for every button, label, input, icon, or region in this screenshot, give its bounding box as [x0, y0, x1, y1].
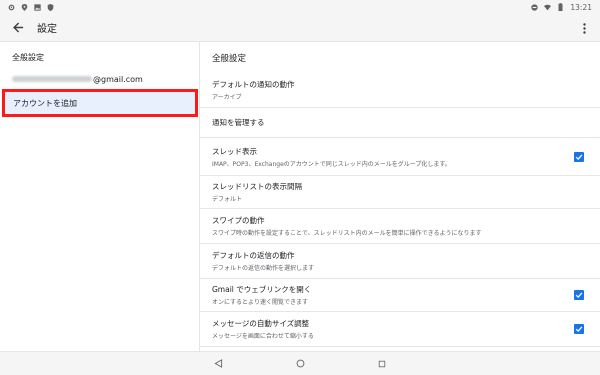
page-title: 設定: [37, 24, 57, 35]
overflow-menu-icon: [582, 19, 586, 38]
setting-row-thread-view[interactable]: スレッド表示 IMAP、POP3、Exchangeのアカウントで同じスレッド内の…: [200, 138, 600, 176]
setting-title: スレッドリストの表示間隔: [212, 182, 302, 191]
setting-subtitle: デフォルト: [212, 196, 243, 203]
setting-title: デフォルトの通知の動作: [212, 79, 295, 89]
setting-subtitle: アーカイブ: [212, 93, 242, 101]
setting-title: メッセージの自動サイズ調整: [212, 319, 310, 328]
status-bar: 13:21: [0, 0, 600, 14]
app-bar: 設定: [0, 14, 600, 42]
setting-row-thread-list-spacing[interactable]: スレッドリストの表示間隔 デフォルト: [200, 176, 600, 209]
setting-row-manage-notifications[interactable]: 通知を管理する: [200, 108, 600, 138]
setting-subtitle: スワイプ時の動作を設定することで、スレッドリスト内のメールを簡単に操作できるよう…: [212, 230, 482, 237]
setting-row-open-web-links[interactable]: Gmail でウェブリンクを開く オンにするとより速く閲覧できます: [200, 279, 600, 312]
setting-title: デフォルトの返信の動作: [212, 251, 295, 260]
auto-fit-messages-checkbox[interactable]: [574, 324, 584, 334]
check-icon: [575, 292, 583, 299]
setting-title: スワイプの動作: [212, 216, 265, 225]
back-arrow-icon: [12, 18, 24, 37]
sidebar: 全般設定 @gmail.com アカウントを追加: [0, 42, 200, 351]
system-nav-bar: [0, 351, 600, 375]
nav-back-button[interactable]: [208, 354, 228, 374]
nav-home-icon: [296, 359, 304, 368]
nav-recents-button[interactable]: [372, 354, 392, 374]
setting-subtitle: メッセージを画面に合わせて縮小する: [212, 333, 314, 340]
image-icon: [34, 3, 41, 11]
account-email-suffix: @gmail.com: [93, 74, 143, 84]
sidebar-item-account[interactable]: @gmail.com: [0, 70, 200, 88]
location-icon: [21, 3, 28, 11]
setting-subtitle: IMAP、POP3、Exchangeのアカウントで同じスレッド内のメールをグルー…: [212, 160, 451, 168]
setting-title: Gmail でウェブリンクを開く: [212, 285, 312, 294]
shield-icon: [47, 3, 54, 11]
sidebar-item-add-account[interactable]: アカウントを追加: [2, 89, 198, 117]
wifi-icon: [544, 4, 552, 11]
open-web-links-checkbox[interactable]: [574, 290, 584, 300]
setting-row-swipe-action[interactable]: スワイプの動作 スワイプ時の動作を設定することで、スレッドリスト内のメールを簡単…: [200, 209, 600, 244]
setting-row-auto-fit-messages[interactable]: メッセージの自動サイズ調整 メッセージを画面に合わせて縮小する: [200, 312, 600, 347]
dnd-icon: [531, 3, 539, 11]
status-left: [8, 3, 54, 11]
content-heading: 全般設定: [212, 54, 247, 64]
check-icon: [575, 153, 583, 160]
nav-back-icon: [213, 359, 222, 368]
add-account-label: アカウントを追加: [13, 98, 77, 108]
overflow-menu-button[interactable]: [574, 14, 594, 42]
redacted-email: [12, 76, 92, 82]
setting-subtitle: デフォルトの返信の動作を選択します: [212, 265, 315, 272]
back-button[interactable]: [3, 14, 33, 42]
setting-title: スレッド表示: [212, 146, 257, 156]
check-icon: [575, 326, 583, 333]
sidebar-item-general-settings[interactable]: 全般設定: [12, 52, 44, 63]
setting-title: 通知を管理する: [212, 118, 265, 127]
battery-icon: [557, 3, 564, 11]
setting-subtitle: オンにするとより速く閲覧できます: [212, 299, 308, 306]
thread-view-checkbox[interactable]: [574, 151, 584, 162]
status-time: 13:21: [570, 2, 592, 12]
nav-recents-icon: [378, 360, 386, 367]
settings-icon: [8, 4, 15, 11]
settings-content: 全般設定 デフォルトの通知の動作 アーカイブ 通知を管理する スレッド表示 IM…: [200, 42, 600, 351]
setting-row-default-reply[interactable]: デフォルトの返信の動作 デフォルトの返信の動作を選択します: [200, 244, 600, 279]
setting-row-default-notification[interactable]: デフォルトの通知の動作 アーカイブ: [200, 72, 600, 108]
nav-home-button[interactable]: [290, 354, 310, 374]
status-right: 13:21: [531, 3, 592, 12]
